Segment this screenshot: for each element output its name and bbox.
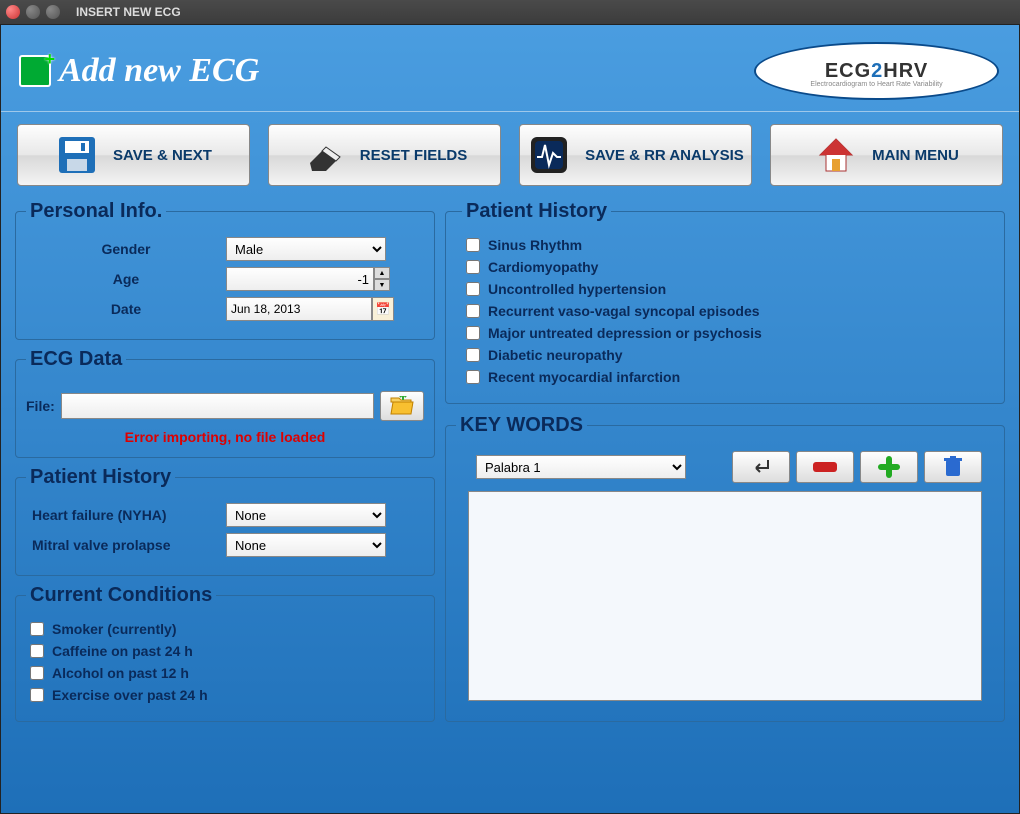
page-title: Add new ECG	[59, 52, 259, 90]
cardiomyopathy-checkbox[interactable]	[466, 260, 480, 274]
age-label: Age	[26, 271, 226, 287]
logo-subtitle: Electrocardiogram to Heart Rate Variabil…	[810, 81, 942, 88]
hypertension-label: Uncontrolled hypertension	[488, 281, 666, 297]
mitral-valve-select[interactable]: None	[226, 533, 386, 557]
save-next-button[interactable]: SAVE & NEXT	[17, 124, 250, 186]
condition-row: Exercise over past 24 h	[30, 687, 420, 703]
keyword-add-button[interactable]	[860, 451, 918, 483]
personal-info-legend: Personal Info.	[26, 200, 166, 223]
main-menu-label: MAIN MENU	[872, 147, 959, 164]
keyword-select[interactable]: Palabra 1	[476, 455, 686, 479]
alcohol-label: Alcohol on past 12 h	[52, 665, 189, 681]
logo-text-two: 2	[871, 60, 883, 82]
app-logo: ECG2HRV Electrocardiogram to Heart Rate …	[754, 42, 999, 100]
reset-fields-label: RESET FIELDS	[360, 147, 468, 164]
gender-label: Gender	[26, 241, 226, 257]
file-error-text: Error importing, no file loaded	[26, 429, 424, 445]
ecg-data-group: ECG Data File: Error importing, no file …	[15, 348, 435, 458]
minimize-window-icon[interactable]	[26, 5, 40, 19]
toolbar: SAVE & NEXT RESET FIELDS SAVE & RR ANALY…	[1, 111, 1019, 194]
keyword-remove-button[interactable]	[796, 451, 854, 483]
condition-row: Alcohol on past 12 h	[30, 665, 420, 681]
personal-info-group: Personal Info. Gender Male Age ▲ ▼	[15, 200, 435, 340]
patient-history-left-group: Patient History Heart failure (NYHA) Non…	[15, 466, 435, 576]
hypertension-checkbox[interactable]	[466, 282, 480, 296]
alcohol-checkbox[interactable]	[30, 666, 44, 680]
save-rr-label: SAVE & RR ANALYSIS	[585, 147, 744, 164]
logo-text-hrv: HRV	[883, 60, 928, 82]
ecg-data-legend: ECG Data	[26, 348, 126, 371]
keywords-group: KEY WORDS Palabra 1	[445, 414, 1005, 722]
exercise-checkbox[interactable]	[30, 688, 44, 702]
gender-select[interactable]: Male	[226, 237, 386, 261]
condition-row: Smoker (currently)	[30, 621, 420, 637]
sinus-rhythm-checkbox[interactable]	[466, 238, 480, 252]
exercise-label: Exercise over past 24 h	[52, 687, 208, 703]
infarction-checkbox[interactable]	[466, 370, 480, 384]
browse-file-button[interactable]	[380, 391, 424, 421]
depression-label: Major untreated depression or psychosis	[488, 325, 762, 341]
folder-open-icon	[389, 396, 415, 416]
smoker-checkbox[interactable]	[30, 622, 44, 636]
keywords-legend: KEY WORDS	[456, 414, 587, 437]
window-title: INSERT NEW ECG	[76, 5, 181, 19]
analysis-icon	[527, 133, 571, 177]
header: Add new ECG ECG2HRV Electrocardiogram to…	[1, 25, 1019, 111]
neuropathy-label: Diabetic neuropathy	[488, 347, 623, 363]
infarction-label: Recent myocardial infarction	[488, 369, 680, 385]
close-window-icon[interactable]	[6, 5, 20, 19]
keyword-delete-button[interactable]	[924, 451, 982, 483]
main-menu-button[interactable]: MAIN MENU	[770, 124, 1003, 186]
caffeine-label: Caffeine on past 24 h	[52, 643, 193, 659]
depression-checkbox[interactable]	[466, 326, 480, 340]
patient-history-left-legend: Patient History	[26, 466, 175, 489]
titlebar: INSERT NEW ECG	[0, 0, 1020, 24]
heart-failure-label: Heart failure (NYHA)	[26, 507, 226, 523]
date-label: Date	[26, 301, 226, 317]
age-up-button[interactable]: ▲	[374, 267, 390, 279]
main-window: Add new ECG ECG2HRV Electrocardiogram to…	[0, 24, 1020, 814]
condition-row: Caffeine on past 24 h	[30, 643, 420, 659]
cardiomyopathy-label: Cardiomyopathy	[488, 259, 598, 275]
patient-history-right-legend: Patient History	[462, 200, 611, 223]
eraser-icon	[302, 133, 346, 177]
logo-text-ecg: ECG	[825, 60, 871, 82]
trash-icon	[944, 456, 962, 478]
keyword-enter-button[interactable]	[732, 451, 790, 483]
vaso-vagal-checkbox[interactable]	[466, 304, 480, 318]
enter-icon	[750, 458, 772, 476]
mitral-valve-label: Mitral valve prolapse	[26, 537, 226, 553]
file-label: File:	[26, 398, 55, 414]
smoker-label: Smoker (currently)	[52, 621, 176, 637]
sinus-rhythm-label: Sinus Rhythm	[488, 237, 582, 253]
plus-icon	[878, 456, 900, 478]
neuropathy-checkbox[interactable]	[466, 348, 480, 362]
current-conditions-legend: Current Conditions	[26, 584, 216, 607]
patient-history-right-group: Patient History Sinus Rhythm Cardiomyopa…	[445, 200, 1005, 404]
reset-fields-button[interactable]: RESET FIELDS	[268, 124, 501, 186]
save-next-label: SAVE & NEXT	[113, 147, 212, 164]
minus-icon	[813, 462, 837, 472]
save-icon	[55, 133, 99, 177]
date-input[interactable]	[226, 297, 372, 321]
file-input[interactable]	[61, 393, 374, 419]
save-rr-analysis-button[interactable]: SAVE & RR ANALYSIS	[519, 124, 752, 186]
caffeine-checkbox[interactable]	[30, 644, 44, 658]
current-conditions-group: Current Conditions Smoker (currently) Ca…	[15, 584, 435, 722]
keyword-textarea[interactable]	[468, 491, 982, 701]
maximize-window-icon[interactable]	[46, 5, 60, 19]
age-input[interactable]	[226, 267, 374, 291]
age-down-button[interactable]: ▼	[374, 279, 390, 291]
home-icon	[814, 133, 858, 177]
calendar-icon[interactable]: 📅	[372, 297, 394, 321]
add-ecg-icon	[19, 55, 51, 87]
heart-failure-select[interactable]: None	[226, 503, 386, 527]
vaso-vagal-label: Recurrent vaso-vagal syncopal episodes	[488, 303, 760, 319]
